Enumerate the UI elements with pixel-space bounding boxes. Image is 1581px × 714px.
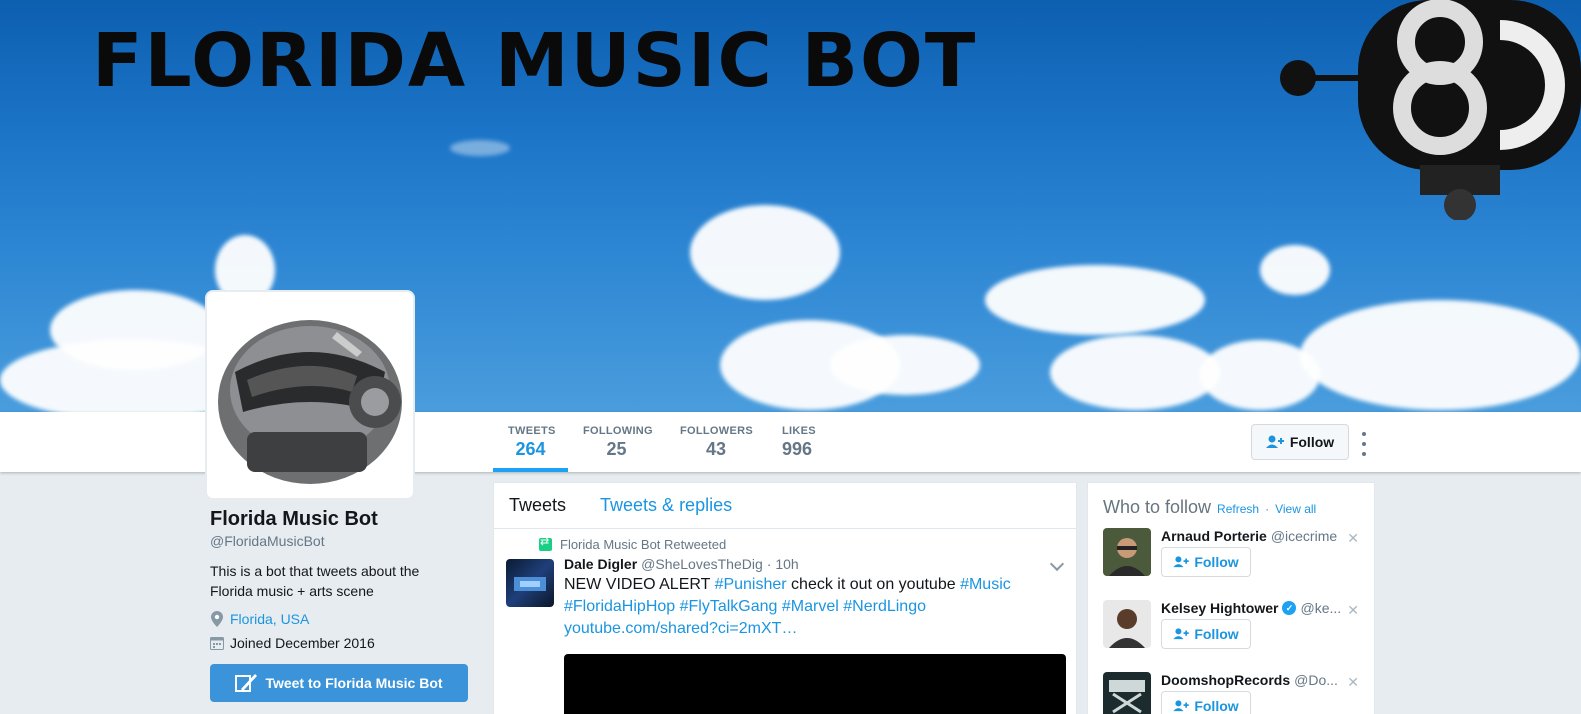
suggestion-item: DoomshopRecords @Do... Follow ✕ xyxy=(1103,672,1359,714)
tweet-link[interactable]: #FlyTalkGang xyxy=(680,598,778,615)
add-user-icon xyxy=(1265,435,1284,448)
tweet-link[interactable]: #FloridaHipHop xyxy=(564,598,675,615)
calendar-icon xyxy=(210,637,224,650)
follow-label: Follow xyxy=(1194,554,1239,570)
stat-followers[interactable]: FOLLOWERS 43 xyxy=(665,412,767,472)
tweet-link[interactable]: #Marvel xyxy=(782,598,839,615)
profile-joined: Joined December 2016 xyxy=(230,635,375,651)
follow-button-label: Follow xyxy=(1289,434,1335,450)
profile-location-link[interactable]: Florida, USA xyxy=(230,611,309,627)
add-user-icon xyxy=(1173,700,1190,712)
verified-badge-icon: ✓ xyxy=(1282,601,1297,615)
refresh-link[interactable]: Refresh xyxy=(1217,502,1259,516)
tweet-link[interactable]: #Punisher xyxy=(715,576,787,593)
stat-value: 43 xyxy=(705,439,727,459)
add-user-icon xyxy=(1173,556,1190,568)
stat-label: LIKES xyxy=(782,425,816,437)
suggestion-handle[interactable]: @Do... xyxy=(1294,672,1338,688)
retweet-icon xyxy=(539,535,552,551)
dismiss-icon[interactable]: ✕ xyxy=(1347,602,1359,619)
suggestion-follow-button[interactable]: Follow xyxy=(1161,619,1251,649)
retweet-context[interactable]: Florida Music Bot Retweeted xyxy=(560,537,726,552)
banner-title: FLORIDA MUSIC BOT xyxy=(92,18,978,104)
suggestion-handle[interactable]: @ke... xyxy=(1300,600,1341,616)
tweet-media[interactable] xyxy=(564,654,1066,714)
suggestion-avatar[interactable] xyxy=(1103,600,1151,648)
tweet-author-handle[interactable]: @SheLovesTheDig xyxy=(641,556,763,572)
tweet-to-button[interactable]: Tweet to Florida Music Bot xyxy=(210,664,468,702)
follow-button[interactable]: Follow xyxy=(1251,424,1349,460)
who-to-follow-title: Who to follow xyxy=(1103,497,1212,517)
suggestion-item: Kelsey Hightower ✓ @ke... Follow ✕ xyxy=(1103,600,1359,662)
dismiss-icon[interactable]: ✕ xyxy=(1347,674,1359,691)
profile-card: Florida Music Bot @FloridaMusicBot This … xyxy=(210,508,480,651)
who-to-follow: Who to follow Refresh · View all Arnaud … xyxy=(1087,482,1375,714)
tweet-time[interactable]: · 10h xyxy=(767,556,799,572)
tweet-text-segment: check it out on youtube xyxy=(786,576,961,593)
tweet-author-name[interactable]: Dale Digler xyxy=(564,556,637,572)
stat-label: FOLLOWERS xyxy=(680,425,753,437)
separator: · xyxy=(1265,502,1270,516)
suggestion-follow-button[interactable]: Follow xyxy=(1161,691,1251,714)
suggestion-follow-button[interactable]: Follow xyxy=(1161,547,1251,577)
stat-label: FOLLOWING xyxy=(583,425,653,437)
stat-value: 264 xyxy=(515,439,546,459)
helmet-icon xyxy=(218,320,402,484)
tweet-link[interactable]: #NerdLingo xyxy=(843,598,926,615)
timeline: Tweets Tweets & replies Florida Music Bo… xyxy=(493,482,1077,714)
tweet-text-segment: NEW VIDEO ALERT xyxy=(564,576,715,593)
profile-name[interactable]: Florida Music Bot xyxy=(210,508,480,531)
suggestion-name[interactable]: DoomshopRecords xyxy=(1161,672,1290,688)
profile-avatar[interactable] xyxy=(205,290,415,500)
suggestion-name[interactable]: Arnaud Porterie xyxy=(1161,528,1267,544)
suggestion-avatar[interactable] xyxy=(1103,528,1151,576)
stat-likes[interactable]: LIKES 996 xyxy=(767,412,827,472)
follow-label: Follow xyxy=(1194,698,1239,714)
tab-tweets-replies[interactable]: Tweets & replies xyxy=(600,495,732,516)
suggestion-avatar[interactable] xyxy=(1103,672,1151,714)
suggestion-item: Arnaud Porterie @icecrime Follow ✕ xyxy=(1103,528,1359,590)
stat-label: TWEETS xyxy=(508,425,556,437)
add-user-icon xyxy=(1173,628,1190,640)
profile-bio: This is a bot that tweets about the Flor… xyxy=(210,563,420,599)
more-options-icon[interactable] xyxy=(1358,432,1370,456)
tab-tweets[interactable]: Tweets xyxy=(509,495,566,516)
suggestion-handle[interactable]: @icecrime xyxy=(1271,528,1337,544)
suggestion-name[interactable]: Kelsey Hightower xyxy=(1161,600,1278,616)
location-pin-icon xyxy=(211,611,223,627)
compose-feather-icon xyxy=(235,674,258,692)
tweet-to-label: Tweet to Florida Music Bot xyxy=(265,675,443,691)
bot-logo-icon xyxy=(1280,0,1581,220)
tweet-link[interactable]: #Music xyxy=(960,576,1011,593)
tweet-text: NEW VIDEO ALERT #Punisher check it out o… xyxy=(564,574,1064,640)
follow-label: Follow xyxy=(1194,626,1239,642)
view-all-link[interactable]: View all xyxy=(1275,502,1316,516)
tweet[interactable]: Florida Music Bot Retweeted Dale Digler … xyxy=(494,529,1076,714)
stat-tweets[interactable]: TWEETS 264 xyxy=(493,412,568,472)
stat-following[interactable]: FOLLOWING 25 xyxy=(568,412,665,472)
tweet-link[interactable]: youtube.com/shared?ci=2mXT… xyxy=(564,620,797,637)
stat-value: 996 xyxy=(782,439,813,459)
stat-value: 25 xyxy=(606,439,627,459)
profile-handle[interactable]: @FloridaMusicBot xyxy=(210,533,480,549)
dismiss-icon[interactable]: ✕ xyxy=(1347,530,1359,547)
tweet-author-avatar[interactable] xyxy=(506,559,554,607)
